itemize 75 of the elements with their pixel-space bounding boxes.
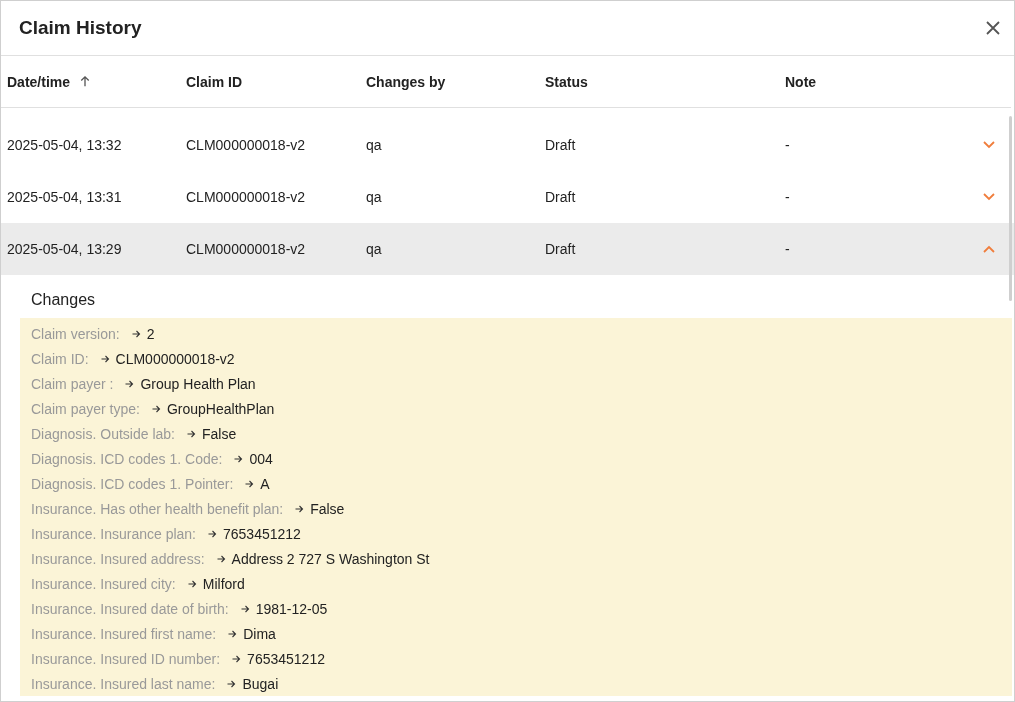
arrow-right-icon (232, 654, 242, 663)
field-label: Insurance. Insurance plan: (31, 525, 196, 542)
table-cell: - (785, 137, 790, 153)
field-label: Diagnosis. Outside lab: (31, 425, 175, 442)
chevron-down-icon[interactable] (983, 193, 995, 201)
field-label: Insurance. Insured address: (31, 550, 205, 567)
table-cell: CLM000000018-v2 (186, 189, 306, 205)
table-cell: 2025-05-04, 13:32 (7, 137, 122, 153)
field-label: Insurance. Insured city: (31, 575, 176, 592)
field-label: Claim ID: (31, 350, 89, 367)
table-row[interactable]: 2025-05-04, 13:32 CLM000000018-v2 qa Draft - (1, 119, 1014, 171)
field-value: Dima (243, 625, 276, 642)
field-label: Claim version: (31, 325, 120, 342)
close-icon[interactable] (984, 19, 1002, 37)
column-header[interactable]: Status (545, 73, 588, 90)
sort-arrow-icon[interactable] (80, 75, 91, 88)
table-cell: CLM000000018-v2 (186, 241, 306, 257)
column-header[interactable]: Date/time (7, 73, 71, 90)
table-cell: Draft (545, 189, 576, 205)
arrow-right-icon (151, 404, 161, 413)
field-label: Insurance. Insured last name: (31, 675, 216, 692)
field-value: False (310, 500, 345, 517)
field-value: Address 2 727 S Washington St (231, 550, 430, 567)
chevron-down-icon[interactable] (983, 141, 995, 149)
arrow-right-icon (295, 504, 305, 513)
table-cell: Draft (545, 137, 576, 153)
field-value: 7653451212 (247, 650, 325, 667)
arrow-right-icon (100, 354, 110, 363)
field-label: Insurance. Has other health benefit plan: (31, 500, 284, 517)
field-label: Claim payer type: (31, 400, 140, 417)
field-value: GroupHealthPlan (166, 400, 275, 417)
arrow-right-icon (208, 529, 217, 538)
field-value: Group Health Plan (140, 375, 256, 392)
field-value: CLM000000018-v2 (115, 350, 235, 367)
column-header[interactable]: Note (785, 73, 817, 90)
arrow-right-icon (227, 679, 237, 688)
table-cell: 2025-05-04, 13:31 (7, 189, 122, 205)
field-label: Diagnosis. ICD codes 1. Pointer: (31, 475, 234, 492)
table-cell: - (785, 189, 790, 205)
field-label: Insurance. Insured ID number: (31, 650, 221, 667)
dialog-title: Claim History (19, 17, 142, 39)
table-cell: qa (366, 189, 382, 205)
arrow-right-icon (125, 379, 135, 388)
field-value: A (260, 475, 270, 492)
field-label: Diagnosis. ICD codes 1. Code: (31, 450, 223, 467)
column-header[interactable]: Claim ID (186, 73, 242, 90)
arrow-right-icon (131, 329, 141, 338)
arrow-right-icon (216, 554, 226, 563)
section-title: Changes (30, 291, 97, 310)
table-cell: qa (366, 137, 382, 153)
table-row[interactable]: 2025-05-04, 13:31 CLM000000018-v2 qa Draft - (1, 171, 1014, 223)
field-label: Insurance. Insured date of birth: (31, 600, 229, 617)
table-cell: 2025-05-04, 13:29 (7, 241, 122, 257)
column-header[interactable]: Changes by (366, 73, 446, 90)
field-value: 7653451212 (223, 525, 301, 542)
arrow-right-icon (187, 579, 197, 588)
arrow-right-icon (186, 429, 196, 438)
field-value: Bugai (242, 675, 279, 692)
field-value: 2 (146, 325, 155, 342)
field-value: 1981-12-05 (255, 600, 328, 617)
arrow-right-icon (240, 604, 250, 613)
field-label: Insurance. Insured first name: (31, 625, 217, 642)
table-cell: - (785, 241, 790, 257)
arrow-right-icon (228, 629, 238, 638)
arrow-right-icon (245, 479, 255, 488)
field-value: Milford (202, 575, 245, 592)
chevron-up-icon[interactable] (983, 245, 995, 253)
arrow-right-icon (234, 454, 244, 463)
table-cell: CLM000000018-v2 (186, 137, 306, 153)
scrollbar[interactable] (1009, 116, 1012, 301)
field-label: Claim payer : (31, 375, 114, 392)
field-value: 004 (249, 450, 273, 467)
table-cell: Draft (545, 241, 576, 257)
field-value: False (201, 425, 237, 442)
table-cell: qa (366, 241, 382, 257)
